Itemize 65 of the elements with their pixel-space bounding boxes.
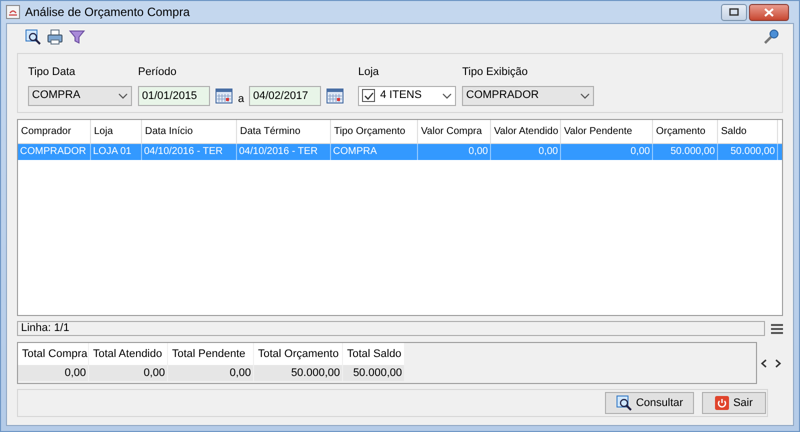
column-header[interactable]: Loja xyxy=(91,120,142,143)
total-value: 0,00 xyxy=(168,365,253,381)
dropdown[interactable]: 4 ITENS xyxy=(358,86,456,106)
column-header[interactable]: Saldo xyxy=(718,120,778,143)
status-field: Linha: 1/1 xyxy=(17,321,765,336)
close-icon xyxy=(764,8,774,16)
search-icon[interactable] xyxy=(25,29,41,45)
field-label: Loja xyxy=(358,65,380,80)
power-icon xyxy=(715,396,730,410)
total-label: Total Compra xyxy=(18,343,88,365)
total-value: 0,00 xyxy=(18,365,88,381)
chevron-down-icon xyxy=(118,92,128,98)
date-field[interactable]: 01/01/2015 xyxy=(138,86,210,106)
column-header[interactable]: Valor Atendido xyxy=(491,120,561,143)
field-label: Período xyxy=(138,65,178,80)
total-label: Total Saldo xyxy=(343,343,404,365)
table-cell: 04/10/2016 - TER xyxy=(237,144,331,160)
column-header[interactable]: Tipo Orçamento xyxy=(331,120,418,143)
table-cell: 50.000,00 xyxy=(653,144,718,160)
range-separator: a xyxy=(238,92,244,106)
table-cell: 0,00 xyxy=(418,144,491,160)
table-cell: 50.000,00 xyxy=(718,144,778,160)
search-icon xyxy=(616,395,632,411)
field-label: Tipo Data xyxy=(28,65,76,80)
total-label: Total Atendido xyxy=(89,343,167,365)
column-header[interactable]: Valor Pendente xyxy=(561,120,653,143)
close-button[interactable] xyxy=(749,4,789,20)
column-header[interactable]: Data Início xyxy=(142,120,237,143)
column-header[interactable]: Data Término xyxy=(237,120,331,143)
field-label: Tipo Exibição xyxy=(462,65,529,80)
chevron-down-icon xyxy=(580,92,590,98)
table-cell: 0,00 xyxy=(561,144,653,160)
table-cell: COMPRA xyxy=(331,144,418,160)
table-cell: COMPRADOR xyxy=(18,144,91,160)
restore-icon xyxy=(729,8,739,16)
table-cell: 04/10/2016 - TER xyxy=(142,144,237,160)
chevron-left-icon[interactable] xyxy=(761,358,767,368)
table-cell: LOJA 01 xyxy=(91,144,142,160)
total-value: 0,00 xyxy=(89,365,167,381)
calendar-icon[interactable] xyxy=(326,88,344,104)
total-label: Total Orçamento xyxy=(254,343,342,365)
exit-button[interactable]: Sair xyxy=(702,392,766,414)
chevron-right-icon[interactable] xyxy=(775,358,781,368)
total-label: Total Pendente xyxy=(168,343,253,365)
table-cell: 0,00 xyxy=(491,144,561,160)
window-title: Análise de Orçamento Compra xyxy=(25,4,191,21)
dropdown[interactable]: COMPRA xyxy=(28,86,132,106)
key-icon[interactable] xyxy=(763,29,779,45)
dropdown[interactable]: COMPRADOR xyxy=(462,86,594,106)
app-icon xyxy=(6,5,20,19)
total-value: 50.000,00 xyxy=(254,365,342,381)
column-header[interactable]: Valor Compra xyxy=(418,120,491,143)
menu-icon[interactable] xyxy=(771,324,783,334)
print-icon[interactable] xyxy=(47,29,63,45)
checkbox[interactable] xyxy=(362,89,376,102)
calendar-icon[interactable] xyxy=(215,88,233,104)
column-header[interactable]: Comprador xyxy=(18,120,91,143)
filter-icon[interactable] xyxy=(69,29,85,45)
search-button[interactable]: Consultar xyxy=(605,392,694,414)
restore-button[interactable] xyxy=(721,4,747,20)
date-field[interactable]: 04/02/2017 xyxy=(249,86,322,106)
chevron-down-icon xyxy=(442,92,452,98)
total-value: 50.000,00 xyxy=(343,365,404,381)
column-header[interactable]: Orçamento xyxy=(653,120,718,143)
checkmark-icon xyxy=(364,92,374,100)
